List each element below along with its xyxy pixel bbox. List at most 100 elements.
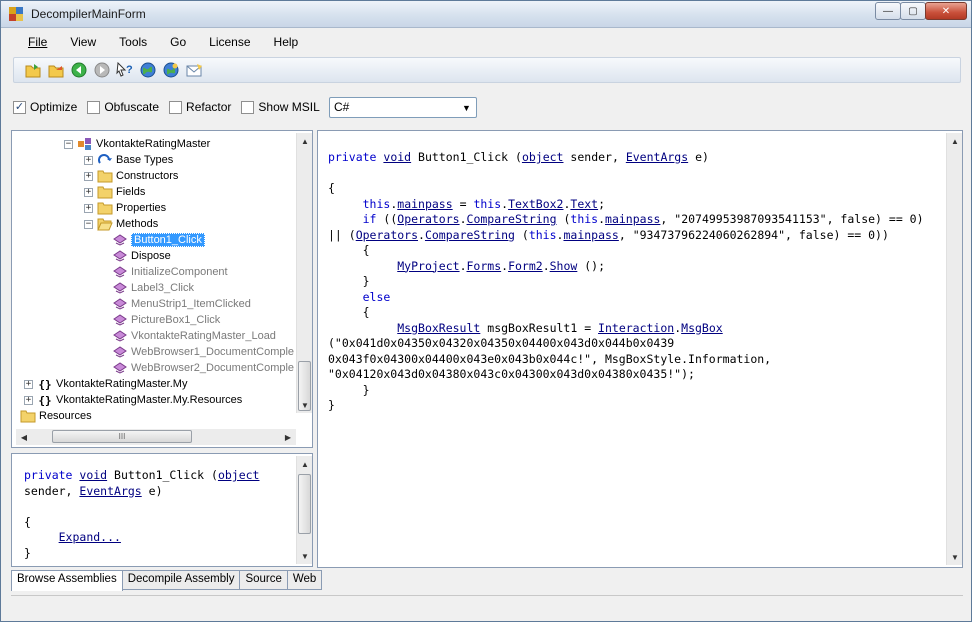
field-link[interactable]: mainpass <box>563 228 618 242</box>
preview-panel[interactable]: private void Button1_Click (object sende… <box>11 453 313 567</box>
tree-node-method[interactable]: WebBrowser2_DocumentComple <box>112 360 294 376</box>
tree-horizontal-scrollbar[interactable]: ◀ III ▶ <box>16 429 296 445</box>
email-icon[interactable] <box>185 61 203 79</box>
tab-web[interactable]: Web <box>287 570 323 590</box>
expand-icon[interactable]: + <box>24 379 33 389</box>
tree-node-method[interactable]: InitializeComponent <box>112 264 228 280</box>
type-link[interactable]: Operators <box>356 228 418 242</box>
type-link[interactable]: MyProject <box>397 259 459 273</box>
optimize-checkbox[interactable]: ✓ Optimize <box>13 100 77 114</box>
method-link[interactable]: CompareString <box>467 212 557 226</box>
tree-node-method[interactable]: Dispose <box>112 248 171 264</box>
tree-node-namespace-my[interactable]: + {} VkontakteRatingMaster.My <box>24 376 187 392</box>
field-link[interactable]: mainpass <box>605 212 660 226</box>
code-vertical-scrollbar[interactable]: ▲ ▼ <box>946 133 962 565</box>
menu-tools[interactable]: Tools <box>104 35 155 49</box>
scroll-down-icon[interactable]: ▼ <box>297 548 312 564</box>
assembly-tree[interactable]: − VkontakteRatingMaster + Base Types + C… <box>11 130 313 448</box>
scroll-thumb[interactable]: III <box>52 430 192 443</box>
help-pointer-icon[interactable]: ? <box>116 61 134 79</box>
method-link[interactable]: MsgBox <box>681 321 723 335</box>
tab-source[interactable]: Source <box>240 570 288 590</box>
language-select[interactable]: C# ▼ <box>329 97 477 118</box>
expand-icon[interactable]: + <box>84 155 93 165</box>
refactor-checkbox[interactable]: Refactor <box>169 100 231 114</box>
expand-icon[interactable]: + <box>84 203 93 213</box>
tree-node-class[interactable]: − VkontakteRatingMaster <box>64 136 210 152</box>
tree-node-method[interactable]: Label3_Click <box>112 280 194 296</box>
tab-decompile-assembly[interactable]: Decompile Assembly <box>122 570 241 590</box>
forward-icon[interactable] <box>93 61 111 79</box>
scroll-up-icon[interactable]: ▲ <box>947 133 962 149</box>
show-msil-checkbox[interactable]: Show MSIL <box>241 100 320 114</box>
tree-node-fields[interactable]: + Fields <box>84 184 145 200</box>
field-link[interactable]: mainpass <box>397 197 452 211</box>
type-link[interactable]: EventArgs <box>626 150 688 164</box>
scroll-up-icon[interactable]: ▲ <box>297 456 312 472</box>
back-icon[interactable] <box>70 61 88 79</box>
type-link[interactable]: EventArgs <box>79 484 141 498</box>
type-link[interactable]: MsgBoxResult <box>397 321 480 335</box>
keyword[interactable]: void <box>79 468 107 482</box>
tree-node-properties[interactable]: + Properties <box>84 200 166 216</box>
optimize-check-box[interactable]: ✓ <box>13 100 26 114</box>
obfuscate-checkbox[interactable]: Obfuscate <box>87 100 159 114</box>
obfuscate-check-box[interactable] <box>87 100 101 114</box>
type-link[interactable]: Forms <box>467 259 502 273</box>
scroll-right-icon[interactable]: ▶ <box>280 429 296 445</box>
maximize-button[interactable]: ▢ <box>900 2 926 20</box>
tree-node-method[interactable]: WebBrowser1_DocumentComple <box>112 344 294 360</box>
show-msil-check-box[interactable] <box>241 100 255 114</box>
expand-icon[interactable]: + <box>24 395 33 405</box>
tree-node-resources[interactable]: Resources <box>20 408 92 424</box>
tree-node-constructors[interactable]: + Constructors <box>84 168 178 184</box>
scroll-down-icon[interactable]: ▼ <box>297 397 313 413</box>
scroll-down-icon[interactable]: ▼ <box>947 549 962 565</box>
globe-icon[interactable] <box>139 61 157 79</box>
type-link[interactable]: Interaction <box>598 321 674 335</box>
type-link[interactable]: Form2 <box>508 259 543 273</box>
tree-node-method[interactable]: PictureBox1_Click <box>112 312 220 328</box>
namespace-icon: {} <box>38 377 52 391</box>
method-link[interactable]: CompareString <box>425 228 515 242</box>
expand-icon[interactable]: + <box>84 187 93 197</box>
tree-node-method[interactable]: MenuStrip1_ItemClicked <box>112 296 251 312</box>
menu-help[interactable]: Help <box>259 35 307 49</box>
menu-license[interactable]: License <box>194 35 258 49</box>
menu-view[interactable]: View <box>55 35 104 49</box>
preview-vertical-scrollbar[interactable]: ▲ ▼ <box>296 456 312 564</box>
menu-file[interactable]: File <box>13 35 55 49</box>
keyword[interactable]: void <box>383 150 411 164</box>
type-link[interactable]: object <box>218 468 260 482</box>
expand-link[interactable]: Expand... <box>59 530 121 544</box>
minimize-button[interactable]: — <box>875 2 901 20</box>
keyword: else <box>362 289 391 304</box>
title-bar[interactable]: DecompilerMainForm — ▢ ✕ <box>1 1 971 28</box>
type-link[interactable]: object <box>522 150 564 164</box>
type-link[interactable]: Operators <box>397 212 459 226</box>
tab-browse-assemblies[interactable]: Browse Assemblies <box>11 570 123 591</box>
field-link[interactable]: TextBox2 <box>508 197 563 211</box>
collapse-icon[interactable]: − <box>84 219 93 229</box>
tree-vertical-scrollbar[interactable]: ▲ ▼ <box>296 133 312 413</box>
open-folder-icon[interactable] <box>24 61 42 79</box>
menu-go[interactable]: Go <box>155 35 194 49</box>
scroll-up-icon[interactable]: ▲ <box>297 133 313 149</box>
scroll-left-icon[interactable]: ◀ <box>16 429 32 445</box>
collapse-icon[interactable]: − <box>64 139 73 149</box>
decompiled-code-panel[interactable]: private void Button1_Click (object sende… <box>317 130 963 568</box>
expand-icon[interactable]: + <box>84 171 93 181</box>
method-link[interactable]: Show <box>550 259 578 273</box>
chevron-down-icon[interactable]: ▼ <box>460 101 473 114</box>
tree-node-method[interactable]: VkontakteRatingMaster_Load <box>112 328 276 344</box>
tree-node-base-types[interactable]: + Base Types <box>84 152 173 168</box>
open-assembly-icon[interactable] <box>47 61 65 79</box>
globe-refresh-icon[interactable] <box>162 61 180 79</box>
tree-node-method[interactable]: Button1_Click <box>112 232 205 248</box>
tree-node-methods[interactable]: − Methods <box>84 216 158 232</box>
close-button[interactable]: ✕ <box>925 2 967 20</box>
scroll-thumb[interactable] <box>298 474 311 534</box>
refactor-check-box[interactable] <box>169 100 183 114</box>
tree-node-namespace-my-resources[interactable]: + {} VkontakteRatingMaster.My.Resources <box>24 392 242 408</box>
property-link[interactable]: Text <box>570 197 598 211</box>
